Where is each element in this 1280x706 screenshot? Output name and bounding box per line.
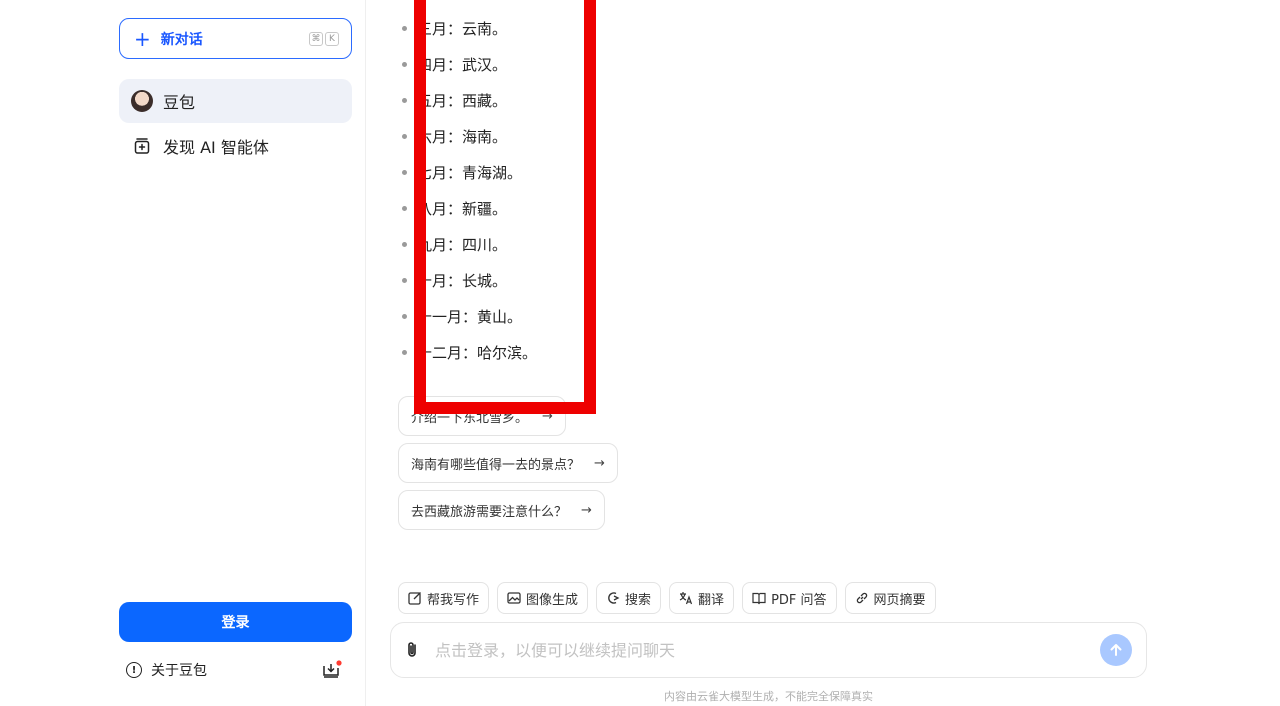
plus-icon: +	[134, 26, 151, 51]
chat-main: 三月：云南。 四月：武汉。 五月：西藏。 六月：海南。 七月：青海湖。 八月：新…	[366, 0, 1280, 706]
new-chat-button[interactable]: + 新对话 ⌘ K	[119, 18, 352, 59]
chat-input[interactable]	[433, 639, 1100, 661]
list-item: 八月：新疆。	[402, 190, 537, 226]
tool-label: 搜索	[625, 592, 652, 608]
info-icon: !	[126, 662, 142, 678]
book-icon	[752, 592, 766, 605]
list-item: 十月：长城。	[402, 262, 537, 298]
attachment-clip-icon[interactable]	[405, 641, 421, 659]
tool-label: 翻译	[698, 592, 725, 608]
sidebar: + 新对话 ⌘ K 豆包 发现 AI 智能体 登录 ! 关于豆包	[0, 0, 366, 706]
chat-input-box	[390, 622, 1147, 678]
doubao-avatar-icon	[131, 90, 153, 112]
command-key: ⌘	[309, 31, 323, 46]
suggestion-text: 海南有哪些值得一去的景点？	[411, 457, 581, 473]
login-button[interactable]: 登录	[119, 602, 352, 642]
download-app-icon[interactable]	[322, 660, 342, 678]
arrow-right-icon: →	[542, 408, 553, 424]
list-item-text: 五月：西藏。	[417, 91, 508, 110]
about-doubao-link[interactable]: ! 关于豆包	[126, 660, 207, 680]
tool-search-button[interactable]: 搜索	[596, 582, 662, 614]
link-icon	[856, 592, 867, 604]
list-item: 五月：西藏。	[402, 82, 537, 118]
suggestion-text: 去西藏旅游需要注意什么？	[411, 504, 568, 520]
agent-store-icon	[134, 138, 150, 154]
bullet-dot-icon	[402, 313, 407, 319]
bullet-dot-icon	[402, 205, 407, 211]
bullet-dot-icon	[402, 277, 407, 283]
suggestion-chip[interactable]: 海南有哪些值得一去的景点？ →	[398, 443, 618, 483]
new-chat-label: 新对话	[160, 31, 203, 48]
tool-pdf-qa-button[interactable]: PDF 问答	[742, 582, 837, 614]
ai-disclaimer: 内容由云雀大模型生成，不能完全保障真实	[664, 690, 873, 703]
bullet-dot-icon	[402, 61, 407, 67]
translate-icon	[679, 592, 693, 605]
list-item-text: 三月：云南。	[417, 19, 508, 38]
list-item-text: 六月：海南。	[417, 127, 508, 146]
answer-bullet-list: 三月：云南。 四月：武汉。 五月：西藏。 六月：海南。 七月：青海湖。 八月：新…	[402, 10, 537, 370]
list-item-text: 十一月：黄山。	[417, 307, 523, 326]
bullet-dot-icon	[402, 133, 407, 139]
image-icon	[507, 592, 521, 604]
list-item-text: 四月：武汉。	[417, 55, 508, 74]
tool-label: 帮我写作	[427, 592, 480, 608]
bullet-dot-icon	[402, 169, 407, 175]
suggestion-chip[interactable]: 介绍一下东北雪乡。 →	[398, 396, 566, 436]
sidebar-item-label: 豆包	[163, 93, 196, 112]
bullet-dot-icon	[402, 349, 407, 355]
tool-image-button[interactable]: 图像生成	[497, 582, 589, 614]
arrow-right-icon: →	[594, 455, 605, 471]
suggestion-chip[interactable]: 去西藏旅游需要注意什么？ →	[398, 490, 605, 530]
shortcut-hint: ⌘ K	[309, 31, 339, 46]
arrow-up-icon	[1110, 644, 1122, 656]
bullet-dot-icon	[402, 25, 407, 31]
bullet-dot-icon	[402, 97, 407, 103]
list-item: 四月：武汉。	[402, 46, 537, 82]
list-item-text: 十二月：哈尔滨。	[417, 343, 538, 362]
edit-icon	[408, 592, 421, 605]
sidebar-item-discover-agents[interactable]: 发现 AI 智能体	[119, 124, 352, 168]
list-item: 十一月：黄山。	[402, 298, 537, 334]
tool-label: 网页摘要	[873, 592, 926, 608]
list-item-text: 十月：长城。	[417, 271, 508, 290]
list-item-text: 八月：新疆。	[417, 199, 508, 218]
search-icon	[608, 592, 620, 604]
suggestion-text: 介绍一下东北雪乡。	[411, 410, 529, 426]
about-label: 关于豆包	[151, 663, 207, 679]
quick-tools-bar: 帮我写作 图像生成 搜索 翻译 PDF 问答 网页摘要	[398, 582, 936, 614]
tool-label: 图像生成	[526, 592, 579, 608]
sidebar-item-label: 发现 AI 智能体	[163, 138, 269, 157]
list-item: 三月：云南。	[402, 10, 537, 46]
list-item: 九月：四川。	[402, 226, 537, 262]
list-item: 七月：青海湖。	[402, 154, 537, 190]
list-item: 十二月：哈尔滨。	[402, 334, 537, 370]
sidebar-item-doubao[interactable]: 豆包	[119, 79, 352, 123]
tool-label: PDF 问答	[771, 592, 827, 608]
k-key: K	[325, 31, 339, 46]
bullet-dot-icon	[402, 241, 407, 247]
list-item: 六月：海南。	[402, 118, 537, 154]
tool-write-button[interactable]: 帮我写作	[398, 582, 490, 614]
list-item-text: 七月：青海湖。	[417, 163, 523, 182]
tool-web-summary-button[interactable]: 网页摘要	[844, 582, 936, 614]
arrow-right-icon: →	[581, 502, 592, 518]
send-button[interactable]	[1100, 634, 1132, 666]
tool-translate-button[interactable]: 翻译	[669, 582, 735, 614]
list-item-text: 九月：四川。	[417, 235, 508, 254]
